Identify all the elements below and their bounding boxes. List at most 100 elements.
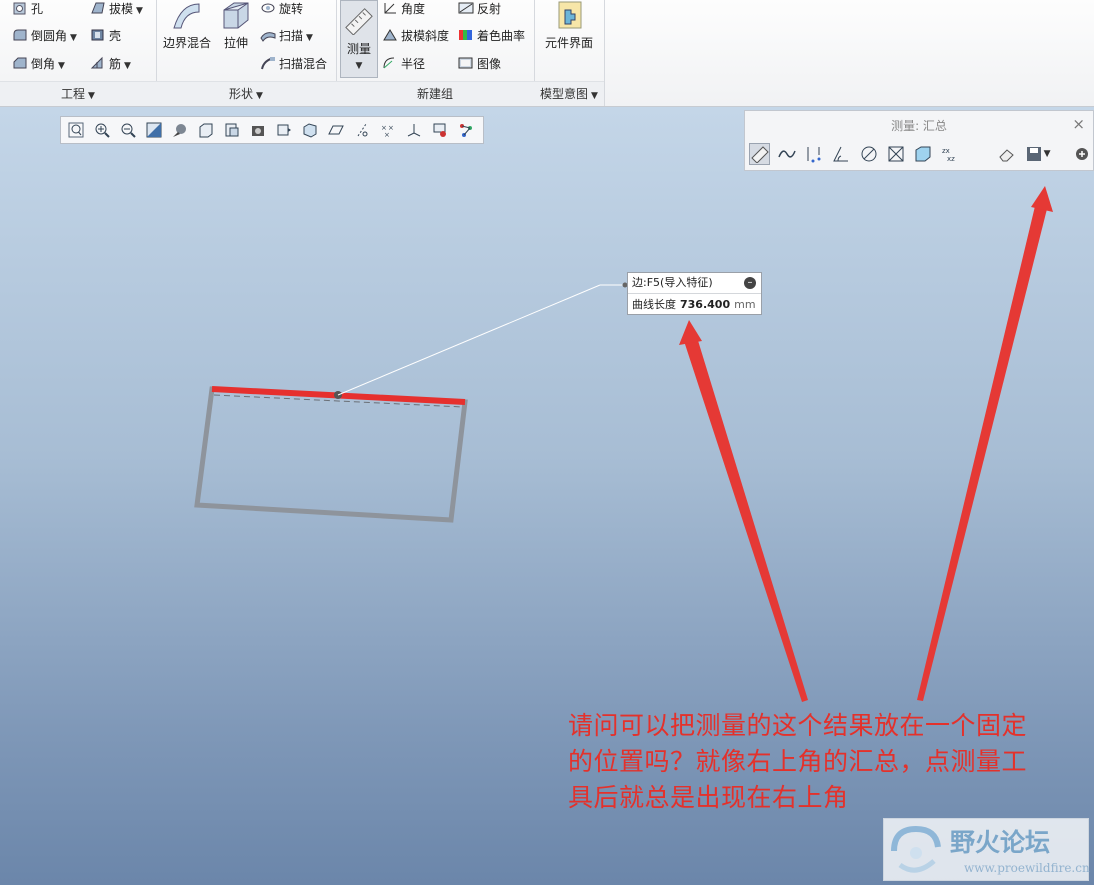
round-button[interactable]: 倒圆角 ▼ <box>12 25 77 47</box>
round-icon <box>13 29 27 41</box>
chevron-down-icon: ▼ <box>88 91 95 101</box>
section-icon[interactable] <box>273 120 294 141</box>
perspective-icon[interactable] <box>247 120 268 141</box>
model-intent-group-label[interactable]: 模型意图 ▼ <box>534 81 604 106</box>
watermark-url: www.proewildfire.cn <box>964 861 1090 875</box>
measure-toolbar: zx xz ▼ <box>749 141 1093 167</box>
unit-label: mm <box>734 298 756 311</box>
rib-button[interactable]: 筋 ▼ <box>90 53 131 75</box>
new-group-label: 新建组 <box>336 81 534 106</box>
minimize-icon[interactable]: – <box>744 277 756 289</box>
spin-center-icon[interactable] <box>455 120 476 141</box>
callout-header: 边:F5(导入特征) – <box>628 273 761 294</box>
shaded-curvature-button[interactable]: 着色曲率 <box>458 25 525 47</box>
component-interface-button[interactable]: 元件界面 <box>538 0 600 51</box>
ruler-icon[interactable] <box>749 143 771 165</box>
chamfer-icon <box>13 57 27 69</box>
callout-result-row: 曲线长度 736.400 mm <box>628 294 761 315</box>
forum-watermark: 野火论坛 www.proewildfire.cn <box>883 818 1090 881</box>
draft-slope-button[interactable]: 拔模斜度 <box>382 25 449 47</box>
chevron-down-icon: ▼ <box>306 33 313 43</box>
image-icon <box>458 57 473 69</box>
transform-icon[interactable]: zx xz <box>940 143 961 165</box>
boundary-blend-icon <box>173 3 200 29</box>
length-wave-icon[interactable] <box>776 143 797 165</box>
view-toolbar: × × × <box>60 116 484 144</box>
chevron-down-icon: ▼ <box>591 91 598 101</box>
plane-display-icon[interactable] <box>325 120 346 141</box>
shell-icon <box>91 29 104 41</box>
chamfer-button[interactable]: 倒角 ▼ <box>12 53 65 75</box>
hole-button[interactable]: 孔 <box>12 0 43 20</box>
distance-icon[interactable] <box>804 143 825 165</box>
chevron-down-icon: ▼ <box>70 33 77 43</box>
csys-display-icon[interactable] <box>403 120 424 141</box>
boundary-blend-button[interactable]: 边界混合 <box>162 0 212 51</box>
close-icon[interactable]: × <box>1072 115 1085 133</box>
watermark-title: 野火论坛 <box>950 828 1051 857</box>
swept-blend-icon <box>261 57 275 70</box>
chevron-down-icon[interactable]: ▼ <box>1044 149 1051 159</box>
saved-views-icon[interactable] <box>195 120 216 141</box>
repaint-icon[interactable] <box>143 120 164 141</box>
angle-icon[interactable] <box>831 143 852 165</box>
view-manager-icon[interactable] <box>221 120 242 141</box>
chevron-down-icon: ▼ <box>256 91 263 101</box>
forum-logo-icon <box>891 825 941 873</box>
revolve-button[interactable]: 旋转 <box>260 0 303 20</box>
draft-button[interactable]: 拔模 ▼ <box>90 0 143 20</box>
hole-icon <box>13 2 26 15</box>
sweep-button[interactable]: 扫描 ▼ <box>260 25 313 47</box>
expand-icon[interactable] <box>1072 143 1093 165</box>
axis-display-icon[interactable] <box>351 120 372 141</box>
annotation-question: 请问可以把测量的这个结果放在一个固定 的位置吗？就像右上角的汇总，点测量工 具后… <box>568 711 1028 812</box>
curve-length-value: 736.400 <box>680 298 731 311</box>
shaded-curvature-icon <box>459 30 472 40</box>
rib-icon <box>90 56 103 69</box>
curve-length-label: 曲线长度 <box>632 298 676 311</box>
image-button[interactable]: 图像 <box>458 53 501 75</box>
eraser-icon[interactable] <box>996 143 1017 165</box>
new-group: 测量 ▼ 角度 拔模斜度 半径 反射 着色曲率 图像 新建组 <box>336 0 535 106</box>
ribbon: 孔 拔模▼ 倒圆角▼ 壳 倒角▼ 筋▼ 工程▼ 边界混合 拉伸 旋转 <box>0 0 1094 107</box>
chevron-down-icon: ▼ <box>124 61 131 71</box>
model-intent-group: 元件界面 模型意图 ▼ <box>534 0 605 106</box>
svg-text:zx: zx <box>942 147 950 155</box>
swept-blend-button[interactable]: 扫描混合 <box>260 53 327 75</box>
annotation-display-icon[interactable] <box>429 120 450 141</box>
measurement-callout[interactable]: 边:F5(导入特征) – 曲线长度 736.400 mm <box>627 272 762 315</box>
volume-icon[interactable] <box>912 143 933 165</box>
diameter-icon[interactable] <box>858 143 879 165</box>
measure-summary-panel: 测量: 汇总 × zx xz ▼ <box>744 110 1094 171</box>
model-display-icon[interactable] <box>299 120 320 141</box>
panel-title: 测量: 汇总 <box>891 119 947 133</box>
extrude-button[interactable]: 拉伸 <box>216 0 256 51</box>
revolve-icon <box>261 3 275 13</box>
save-icon[interactable]: ▼ <box>1023 143 1052 165</box>
measure-button[interactable]: 测量 ▼ <box>340 0 378 78</box>
display-style-icon[interactable] <box>169 120 190 141</box>
engineering-group-label[interactable]: 工程 ▼ <box>0 81 156 106</box>
component-interface-icon <box>558 1 582 29</box>
chevron-down-icon: ▼ <box>58 61 65 71</box>
shell-button[interactable]: 壳 <box>90 25 121 47</box>
ruler-icon <box>345 8 373 36</box>
svg-text:×: × <box>384 131 390 138</box>
area-icon[interactable] <box>885 143 906 165</box>
shapes-group-label[interactable]: 形状 ▼ <box>156 81 336 106</box>
engineering-group: 孔 拔模 ▼ 倒圆角 ▼ 壳 倒角 ▼ 筋 ▼ 工程 ▼ <box>0 0 157 106</box>
chevron-down-icon: ▼ <box>136 6 143 16</box>
zoom-in-icon[interactable] <box>91 120 112 141</box>
point-display-icon[interactable]: × × × <box>377 120 398 141</box>
radius-icon <box>383 57 395 69</box>
zoom-out-icon[interactable] <box>117 120 138 141</box>
reflection-button[interactable]: 反射 <box>458 0 501 20</box>
angle-icon <box>384 3 396 14</box>
zoom-fit-icon[interactable] <box>65 120 86 141</box>
draft-slope-icon <box>383 29 397 41</box>
reflection-icon <box>458 2 474 14</box>
draft-icon <box>91 2 105 14</box>
extrude-icon <box>223 2 249 29</box>
radius-button[interactable]: 半径 <box>382 53 425 75</box>
angle-button[interactable]: 角度 <box>382 0 425 20</box>
